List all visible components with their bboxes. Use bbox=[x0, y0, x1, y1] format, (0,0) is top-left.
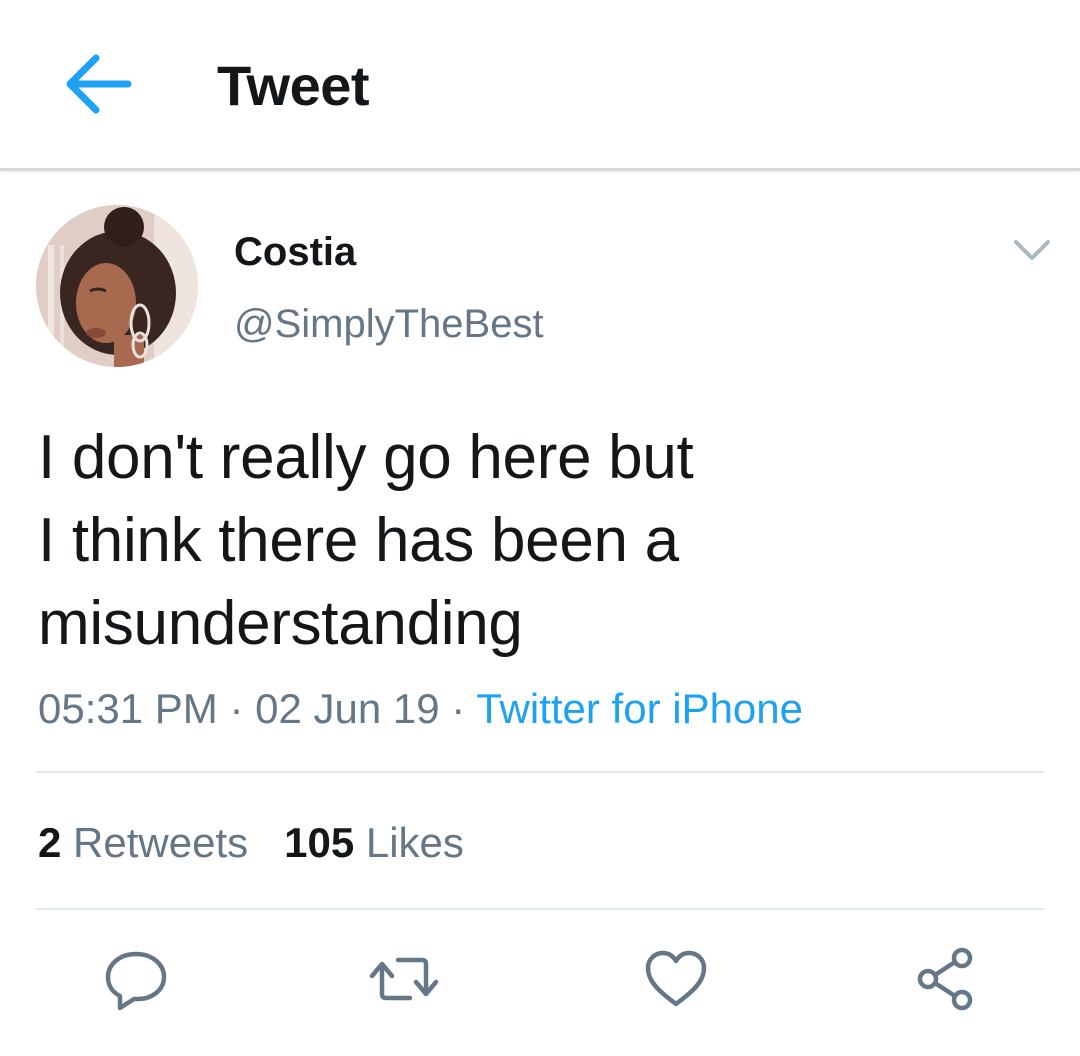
tweet-text-line: misunderstanding bbox=[38, 589, 523, 658]
chevron-down-icon bbox=[1014, 240, 1050, 260]
tweet-date: 02 Jun 19 bbox=[255, 685, 440, 732]
page-title: Tweet bbox=[217, 54, 370, 117]
meta-separator: · bbox=[217, 685, 256, 732]
retweet-button[interactable] bbox=[368, 944, 440, 1014]
like-icon bbox=[645, 950, 707, 1007]
tweet-stats: 2 Retweets 105 Likes bbox=[38, 818, 464, 868]
likes-label: Likes bbox=[365, 819, 464, 866]
share-icon bbox=[917, 947, 973, 1011]
likes-count: 105 bbox=[284, 819, 355, 866]
back-button[interactable] bbox=[56, 44, 140, 124]
author-handle[interactable]: @SimplyTheBest bbox=[234, 300, 544, 348]
reply-icon bbox=[105, 951, 167, 1011]
author-name[interactable]: Costia bbox=[234, 228, 356, 276]
tweet-time: 05:31 PM bbox=[38, 685, 218, 732]
avatar[interactable] bbox=[36, 205, 198, 367]
tweet-source-link[interactable]: Twitter for iPhone bbox=[476, 685, 803, 732]
retweet-icon bbox=[369, 957, 439, 1001]
reply-button[interactable] bbox=[100, 944, 172, 1014]
meta-separator: · bbox=[439, 685, 477, 732]
more-options-button[interactable] bbox=[1006, 228, 1058, 272]
divider bbox=[36, 771, 1044, 773]
divider bbox=[36, 908, 1044, 910]
share-button[interactable] bbox=[910, 944, 982, 1014]
top-app-bar: Tweet bbox=[0, 0, 1080, 171]
likes-stat[interactable]: 105 Likes bbox=[284, 819, 464, 866]
tweet-metadata: 05:31 PM · 02 Jun 19 · Twitter for iPhon… bbox=[38, 684, 803, 734]
profile-photo bbox=[36, 205, 198, 367]
retweets-stat[interactable]: 2 Retweets bbox=[38, 819, 248, 866]
retweets-label: Retweets bbox=[73, 819, 249, 866]
tweet-text-line: I think there has been a bbox=[38, 506, 679, 575]
tweet-text: I don't really go here but I think there… bbox=[38, 416, 1048, 665]
arrow-left-icon bbox=[66, 54, 132, 114]
tweet-text-line: I don't really go here but bbox=[38, 423, 694, 492]
like-button[interactable] bbox=[640, 944, 712, 1014]
retweets-count: 2 bbox=[38, 819, 62, 866]
